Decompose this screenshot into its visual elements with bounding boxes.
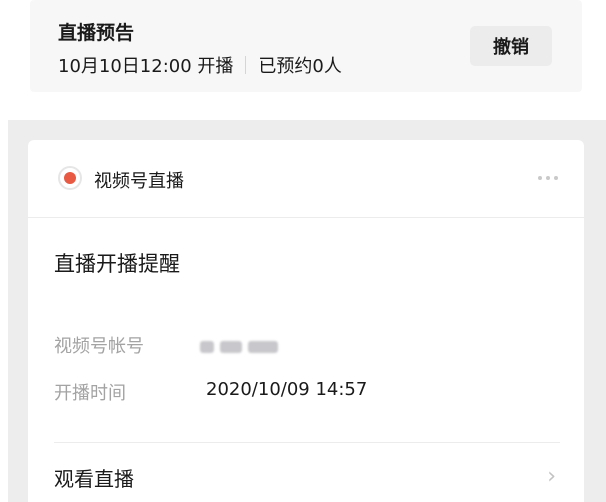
time-label: 开播时间 (54, 383, 126, 404)
reminder-title: 直播开播提醒 (54, 252, 180, 276)
live-preview-card: 直播预告 10月10日12:00 开播 已预约0人 撤销 (30, 0, 582, 92)
preview-info: 10月10日12:00 开播 已预约0人 (58, 52, 342, 78)
preview-schedule: 10月10日12:00 开播 (58, 56, 234, 77)
more-icon[interactable] (538, 176, 558, 180)
live-record-icon (58, 166, 82, 190)
preview-title: 直播预告 (58, 22, 135, 44)
live-reminder-card[interactable]: 视频号直播 直播开播提醒 视频号帐号 开播时间 2020/10/09 14:57… (28, 140, 584, 502)
divider (54, 442, 560, 443)
card-source-label: 视频号直播 (94, 171, 184, 192)
time-value: 2020/10/09 14:57 (206, 379, 368, 400)
card-header: 视频号直播 (28, 140, 584, 218)
account-value-redacted (200, 338, 292, 356)
watch-live-link[interactable]: 观看直播 (54, 463, 134, 492)
account-label: 视频号帐号 (54, 336, 144, 357)
preview-booked-count: 已预约0人 (258, 56, 342, 77)
chevron-right-icon[interactable]: › (547, 464, 556, 489)
cancel-button[interactable]: 撤销 (470, 26, 552, 66)
info-divider (245, 56, 247, 74)
